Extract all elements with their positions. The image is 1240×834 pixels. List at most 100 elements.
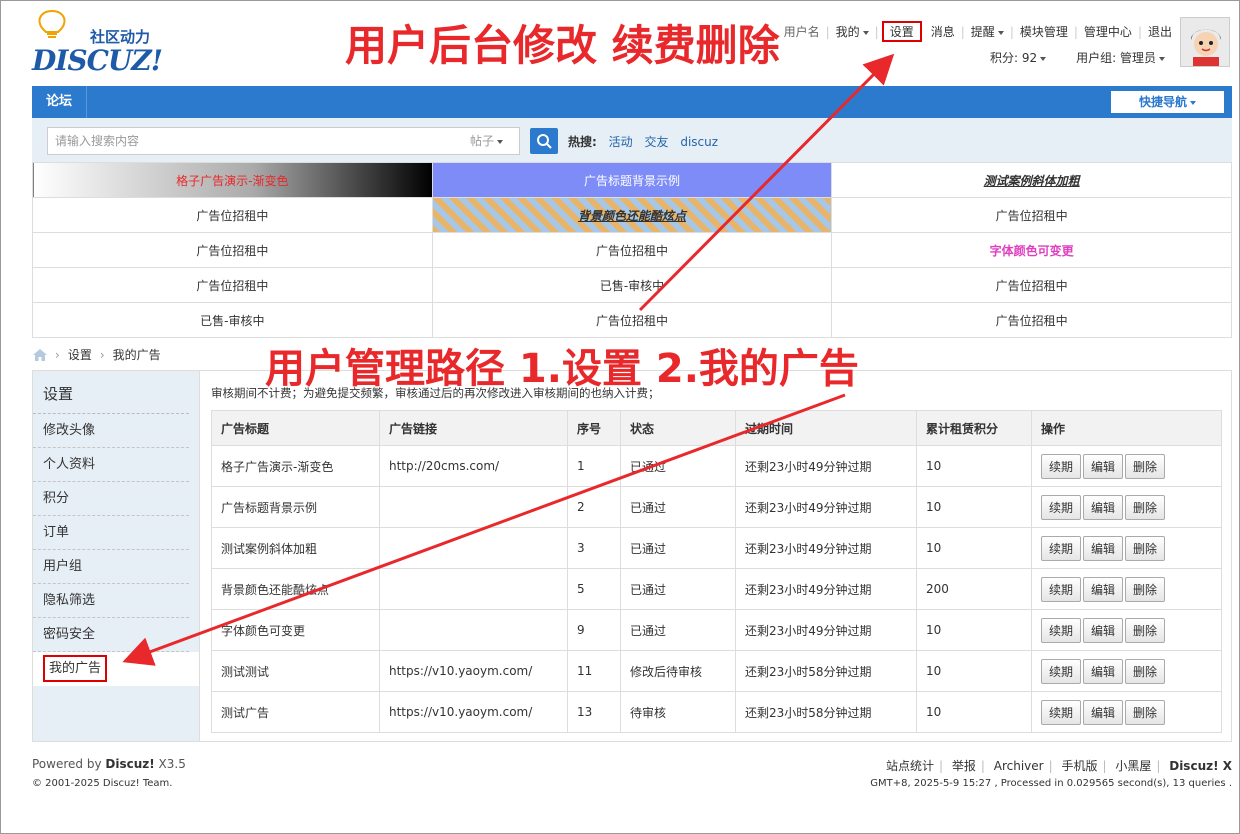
ad-cell[interactable]: 已售-审核中 [431,267,833,303]
sidebar-title: 设置 [33,371,189,414]
sidebar-item-avatar[interactable]: 修改头像 [33,414,189,448]
sidebar-item-usergroup[interactable]: 用户组 [33,550,189,584]
footer-link-report[interactable]: 举报 [952,759,976,773]
delete-button[interactable]: 删除 [1125,494,1166,520]
usergroup-menu[interactable]: 用户组: 管理员 [1076,49,1165,66]
footer-link-stats[interactable]: 站点统计 [886,759,934,773]
breadcrumb-my-ads[interactable]: 我的广告 [113,346,161,363]
powered-brand[interactable]: Discuz! [105,757,154,771]
search-type-select[interactable]: 帖子 [460,127,520,155]
sidebar-item-privacy[interactable]: 隐私筛选 [33,584,189,618]
edit-button[interactable]: 编辑 [1083,453,1124,479]
settings-link[interactable]: 设置 [881,21,922,42]
cell-status: 已通过 [620,609,736,651]
ad-cell[interactable]: 背景颜色还能酷炫点 [431,197,833,233]
home-icon[interactable] [33,348,47,361]
ad-cell[interactable]: 广告位招租中 [32,267,433,303]
edit-button[interactable]: 编辑 [1083,699,1124,725]
avatar[interactable] [1180,17,1230,67]
cell-link[interactable]: https://v10.yaoym.com/ [379,650,568,692]
ad-cell[interactable]: 广告位招租中 [831,197,1232,233]
cell-link[interactable]: http://20cms.com/ [379,445,568,487]
cell-link [379,609,568,651]
mine-menu[interactable]: 我的 [830,23,875,40]
cell-title: 背景颜色还能酷炫点 [211,568,380,610]
sidebar-item-orders[interactable]: 订单 [33,516,189,550]
cell-seq: 5 [567,568,621,610]
footer-link-darkroom[interactable]: 小黑屋 [1115,759,1151,773]
table-header-row: 广告标题 广告链接 序号 状态 过期时间 累计租赁积分 操作 [211,410,1222,446]
delete-button[interactable]: 删除 [1125,453,1166,479]
breadcrumb-settings[interactable]: 设置 [68,346,92,363]
ad-cell[interactable]: 广告位招租中 [32,197,433,233]
footer-link-mobile[interactable]: 手机版 [1061,759,1097,773]
ad-cell[interactable]: 广告标题背景示例 [431,162,833,198]
delete-button[interactable]: 删除 [1125,576,1166,602]
ad-cell[interactable]: 已售-审核中 [32,302,433,338]
renew-button[interactable]: 续期 [1041,453,1082,479]
ad-cell[interactable]: 格子广告演示-渐变色 [32,162,433,198]
footer-link-archiver[interactable]: Archiver [994,759,1044,773]
separator: | [874,24,879,39]
cell-link[interactable]: https://v10.yaoym.com/ [379,691,568,733]
hot-link[interactable]: 活动 [609,135,633,149]
ad-cell[interactable]: 广告位招租中 [32,232,433,268]
module-admin-link[interactable]: 模块管理 [1014,23,1074,40]
nav-forum[interactable]: 论坛 [32,86,88,118]
sidebar-item-credits[interactable]: 积分 [33,482,189,516]
breadcrumb-separator: › [99,347,105,362]
sidebar-item-my-ads[interactable]: 我的广告 [33,652,199,686]
separator: | [1048,759,1053,773]
renew-button[interactable]: 续期 [1041,494,1082,520]
my-ads-panel: 审核期间不计费；为避免提交频繁，审核通过后的再次修改进入审核期间的也纳入计费； … [200,370,1232,742]
search-input[interactable]: 请输入搜索内容 [47,127,461,155]
ad-cell[interactable]: 广告位招租中 [831,267,1232,303]
hot-link[interactable]: 交友 [644,135,668,149]
sidebar-item-profile[interactable]: 个人资料 [33,448,189,482]
edit-button[interactable]: 编辑 [1083,617,1124,643]
edit-button[interactable]: 编辑 [1083,658,1124,684]
delete-button[interactable]: 删除 [1125,699,1166,725]
breadcrumb: › 设置 › 我的广告 [33,346,161,363]
renew-button[interactable]: 续期 [1041,617,1082,643]
admin-center-link[interactable]: 管理中心 [1078,23,1138,40]
chevron-down-icon [1190,100,1196,105]
edit-button[interactable]: 编辑 [1083,576,1124,602]
edit-button[interactable]: 编辑 [1083,494,1124,520]
quick-nav-button[interactable]: 快捷导航 [1111,91,1224,113]
points-menu[interactable]: 积分: 92 [990,49,1047,66]
sidebar-item-password[interactable]: 密码安全 [33,618,189,652]
main-navbar: 论坛 快捷导航 [32,86,1232,118]
reminders-menu[interactable]: 提醒 [965,23,1010,40]
footer-stats: GMT+8, 2025-5-9 15:27 , Processed in 0.0… [870,778,1232,789]
cell-credits: 10 [916,445,1032,487]
footer-links: 站点统计 | 举报 | Archiver | 手机版 | 小黑屋 | Discuz! X [886,757,1232,774]
delete-button[interactable]: 删除 [1125,658,1166,684]
renew-button[interactable]: 续期 [1041,576,1082,602]
ad-grid: 格子广告演示-渐变色 广告标题背景示例 测试案例斜体加粗 广告位招租中 背景颜色… [32,162,1232,338]
lightbulb-icon [38,9,66,38]
renew-button[interactable]: 续期 [1041,658,1082,684]
hot-link[interactable]: discuz [680,135,718,149]
messages-link[interactable]: 消息 [925,23,961,40]
username-link[interactable]: 用户名 [778,23,826,40]
mine-label: 我的 [835,25,860,39]
ad-cell[interactable]: 广告位招租中 [431,302,833,338]
renew-button[interactable]: 续期 [1041,699,1082,725]
cell-seq: 9 [567,609,621,651]
site-logo[interactable]: 社区动力 DISCUZ! [32,8,167,77]
cell-link [379,486,568,528]
ad-cell[interactable]: 字体颜色可变更 [831,232,1232,268]
ad-cell[interactable]: 广告位招租中 [431,232,833,268]
logout-link[interactable]: 退出 [1142,23,1178,40]
edit-button[interactable]: 编辑 [1083,535,1124,561]
search-button[interactable] [530,128,558,154]
footer-brand[interactable]: Discuz! X [1169,759,1232,773]
delete-button[interactable]: 删除 [1125,617,1166,643]
reminders-label: 提醒 [970,25,995,39]
cell-title: 测试广告 [211,691,380,733]
renew-button[interactable]: 续期 [1041,535,1082,561]
ad-cell[interactable]: 测试案例斜体加粗 [831,162,1232,198]
delete-button[interactable]: 删除 [1125,535,1166,561]
ad-cell[interactable]: 广告位招租中 [831,302,1232,338]
